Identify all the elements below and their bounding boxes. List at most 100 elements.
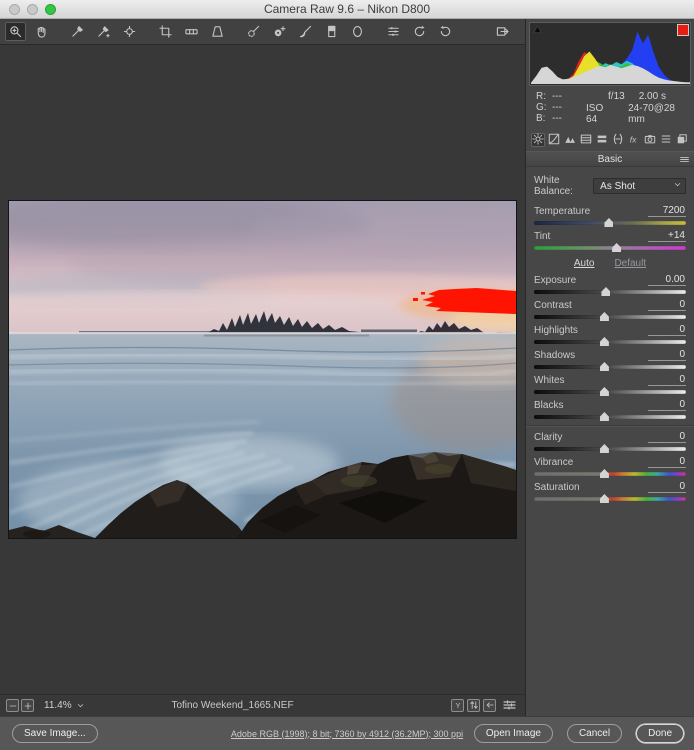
workflow-options-link[interactable]: Adobe RGB (1998); 8 bit; 7360 by 4912 (3… bbox=[231, 729, 463, 739]
hand-tool-button[interactable] bbox=[31, 22, 52, 41]
rotate-left-tool-button[interactable] bbox=[409, 22, 430, 41]
tab-basic[interactable] bbox=[531, 133, 545, 147]
shadows-slider-thumb[interactable] bbox=[600, 362, 609, 371]
red-eye-tool-button[interactable] bbox=[269, 22, 290, 41]
graduated-filter-tool-button[interactable] bbox=[321, 22, 342, 41]
temperature-slider-thumb[interactable] bbox=[604, 218, 613, 227]
graduated-filter-icon bbox=[325, 25, 338, 38]
adjustment-brush-tool-button[interactable] bbox=[295, 22, 316, 41]
spot-removal-tool-button[interactable] bbox=[243, 22, 264, 41]
save-image-button[interactable]: Save Image... bbox=[12, 724, 98, 743]
zoom-out-button[interactable] bbox=[6, 699, 19, 712]
slider-vibrance: Vibrance 0 bbox=[534, 455, 686, 476]
basic-panel-header: Basic bbox=[526, 151, 694, 167]
rotate-left-icon bbox=[413, 25, 426, 38]
contrast-slider-thumb[interactable] bbox=[600, 312, 609, 321]
tab-camera-calibration[interactable] bbox=[643, 133, 657, 147]
shadows-slider-track[interactable] bbox=[534, 365, 686, 369]
shadows-value-field[interactable]: 0 bbox=[648, 349, 686, 361]
whites-slider-thumb[interactable] bbox=[600, 387, 609, 396]
zoom-tool-button[interactable] bbox=[5, 22, 26, 41]
highlights-value-field[interactable]: 0 bbox=[648, 324, 686, 336]
highlights-slider-thumb[interactable] bbox=[600, 337, 609, 346]
exposure-slider-track[interactable] bbox=[534, 290, 686, 294]
saturation-slider-track[interactable] bbox=[534, 497, 686, 501]
tint-slider-track[interactable] bbox=[534, 246, 686, 250]
tint-value-field[interactable]: +14 bbox=[648, 230, 686, 242]
open-image-button[interactable]: Open Image bbox=[474, 724, 553, 743]
effects-tab-icon: fx bbox=[628, 133, 640, 148]
vibrance-label: Vibrance bbox=[534, 457, 573, 468]
blacks-slider-thumb[interactable] bbox=[600, 412, 609, 421]
exposure-value-field[interactable]: 0.00 bbox=[648, 274, 686, 286]
clarity-value-field[interactable]: 0 bbox=[648, 431, 686, 443]
fullscreen-toggle-button[interactable] bbox=[492, 22, 513, 41]
zoom-button[interactable] bbox=[45, 4, 56, 15]
photo-preview[interactable] bbox=[8, 200, 517, 539]
clarity-slider-track[interactable] bbox=[534, 447, 686, 451]
preferences-tool-button[interactable] bbox=[383, 22, 404, 41]
targeted-adjustment-tool-button[interactable] bbox=[119, 22, 140, 41]
iso-value: ISO 64 bbox=[586, 103, 614, 125]
adjustments-panel: R:--- G:--- B:--- f/13 2.00 s ISO 64 24-… bbox=[525, 19, 694, 716]
zoom-level-menu-icon[interactable] bbox=[76, 701, 85, 710]
temperature-value-field[interactable]: 7200 bbox=[648, 205, 686, 217]
cancel-button[interactable]: Cancel bbox=[567, 724, 622, 743]
zoom-level-value[interactable]: 11.4% bbox=[44, 700, 72, 711]
photo-image bbox=[9, 201, 516, 538]
clarity-slider-thumb[interactable] bbox=[600, 444, 609, 453]
crop-tool-button[interactable] bbox=[155, 22, 176, 41]
straighten-tool-button[interactable] bbox=[181, 22, 202, 41]
tab-snapshots[interactable] bbox=[675, 133, 689, 147]
lens-corrections-tab-icon bbox=[612, 133, 624, 148]
highlights-slider-track[interactable] bbox=[534, 340, 686, 344]
tab-presets[interactable] bbox=[659, 133, 673, 147]
left-arrow-button[interactable] bbox=[483, 699, 496, 712]
swap-arrows-button[interactable] bbox=[467, 699, 480, 712]
window-title: Camera Raw 9.6 – Nikon D800 bbox=[264, 2, 430, 16]
contrast-value-field[interactable]: 0 bbox=[648, 299, 686, 311]
preview-y-button[interactable]: Y bbox=[451, 699, 464, 712]
preview-options-button[interactable] bbox=[502, 698, 517, 712]
vibrance-slider-track[interactable] bbox=[534, 472, 686, 476]
slider-shadows: Shadows0 bbox=[534, 348, 686, 369]
adjustment-brush-icon bbox=[299, 25, 312, 38]
close-button[interactable] bbox=[9, 4, 20, 15]
blacks-value-field[interactable]: 0 bbox=[648, 399, 686, 411]
tab-tone-curve[interactable] bbox=[547, 133, 561, 147]
saturation-value-field[interactable]: 0 bbox=[648, 481, 686, 493]
exposure-slider-thumb[interactable] bbox=[601, 287, 610, 296]
color-sampler-tool-button[interactable] bbox=[93, 22, 114, 41]
blacks-slider-track[interactable] bbox=[534, 415, 686, 419]
saturation-slider-thumb[interactable] bbox=[600, 494, 609, 503]
tab-effects[interactable]: fx bbox=[627, 133, 641, 147]
histogram[interactable] bbox=[529, 22, 691, 86]
auto-default-links: Auto Default bbox=[526, 258, 694, 269]
whites-value-field[interactable]: 0 bbox=[648, 374, 686, 386]
white-balance-select[interactable]: As Shot bbox=[593, 178, 686, 194]
tab-lens-corrections[interactable] bbox=[611, 133, 625, 147]
tab-detail[interactable] bbox=[563, 133, 577, 147]
tint-slider-thumb[interactable] bbox=[612, 243, 621, 252]
contrast-slider-track[interactable] bbox=[534, 315, 686, 319]
slider-clarity: Clarity0 bbox=[534, 430, 686, 451]
default-link[interactable]: Default bbox=[614, 258, 646, 269]
white-balance-tool-button[interactable] bbox=[67, 22, 88, 41]
vibrance-slider-thumb[interactable] bbox=[600, 469, 609, 478]
zoom-in-button[interactable] bbox=[21, 699, 34, 712]
targeted-adjustment-icon bbox=[123, 25, 136, 38]
rotate-right-tool-button[interactable] bbox=[435, 22, 456, 41]
tab-hsl[interactable] bbox=[579, 133, 593, 147]
whites-slider-track[interactable] bbox=[534, 390, 686, 394]
panel-menu-icon[interactable] bbox=[679, 154, 690, 165]
auto-link[interactable]: Auto bbox=[574, 258, 595, 269]
temperature-slider-track[interactable] bbox=[534, 221, 686, 225]
radial-filter-tool-button[interactable] bbox=[347, 22, 368, 41]
minimize-button[interactable] bbox=[27, 4, 38, 15]
transform-tool-button[interactable] bbox=[207, 22, 228, 41]
shutter-value: 2.00 s bbox=[639, 91, 666, 102]
toolbar bbox=[0, 19, 525, 45]
done-button[interactable]: Done bbox=[636, 724, 684, 743]
vibrance-value-field[interactable]: 0 bbox=[648, 456, 686, 468]
tab-split-toning[interactable] bbox=[595, 133, 609, 147]
